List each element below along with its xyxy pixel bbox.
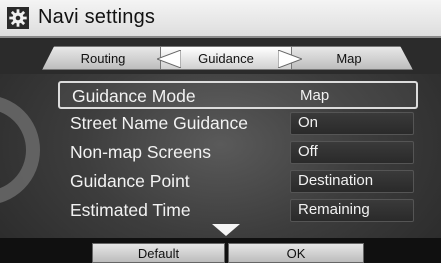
setting-value: Map: [300, 87, 330, 104]
setting-label: Non-map Screens: [70, 142, 212, 162]
tab-routing[interactable]: Routing: [42, 46, 164, 70]
setting-label: Street Name Guidance: [70, 113, 249, 133]
setting-value: On: [298, 114, 319, 131]
setting-row-estimated-time[interactable]: Estimated Time Remaining: [58, 197, 418, 225]
title-bar: Navi settings: [0, 0, 441, 38]
gear-icon: [7, 7, 29, 29]
setting-value: Remaining: [298, 201, 370, 218]
setting-row-street-name-guidance[interactable]: Street Name Guidance On: [58, 110, 418, 138]
setting-row-non-map-screens[interactable]: Non-map Screens Off: [58, 139, 418, 167]
tab-left-arrow-icon[interactable]: [157, 50, 181, 68]
setting-value: Destination: [298, 172, 374, 189]
setting-value: Off: [298, 143, 318, 160]
page-title: Navi settings: [38, 6, 156, 28]
setting-label: Guidance Mode: [72, 86, 196, 106]
setting-row-guidance-mode[interactable]: Guidance Mode Map: [58, 81, 418, 109]
setting-label: Guidance Point: [70, 171, 190, 191]
dial-decoration: [0, 95, 40, 205]
setting-label: Estimated Time: [70, 200, 191, 220]
default-button[interactable]: Default: [92, 243, 225, 263]
scroll-down-arrow-icon[interactable]: [212, 224, 240, 236]
tab-right-arrow-icon[interactable]: [278, 50, 302, 68]
setting-row-guidance-point[interactable]: Guidance Point Destination: [58, 168, 418, 196]
ok-button[interactable]: OK: [228, 243, 364, 263]
navi-settings-screen: Navi settings Routing Guidance Map Guida…: [0, 0, 441, 263]
tab-map[interactable]: Map: [285, 46, 413, 70]
